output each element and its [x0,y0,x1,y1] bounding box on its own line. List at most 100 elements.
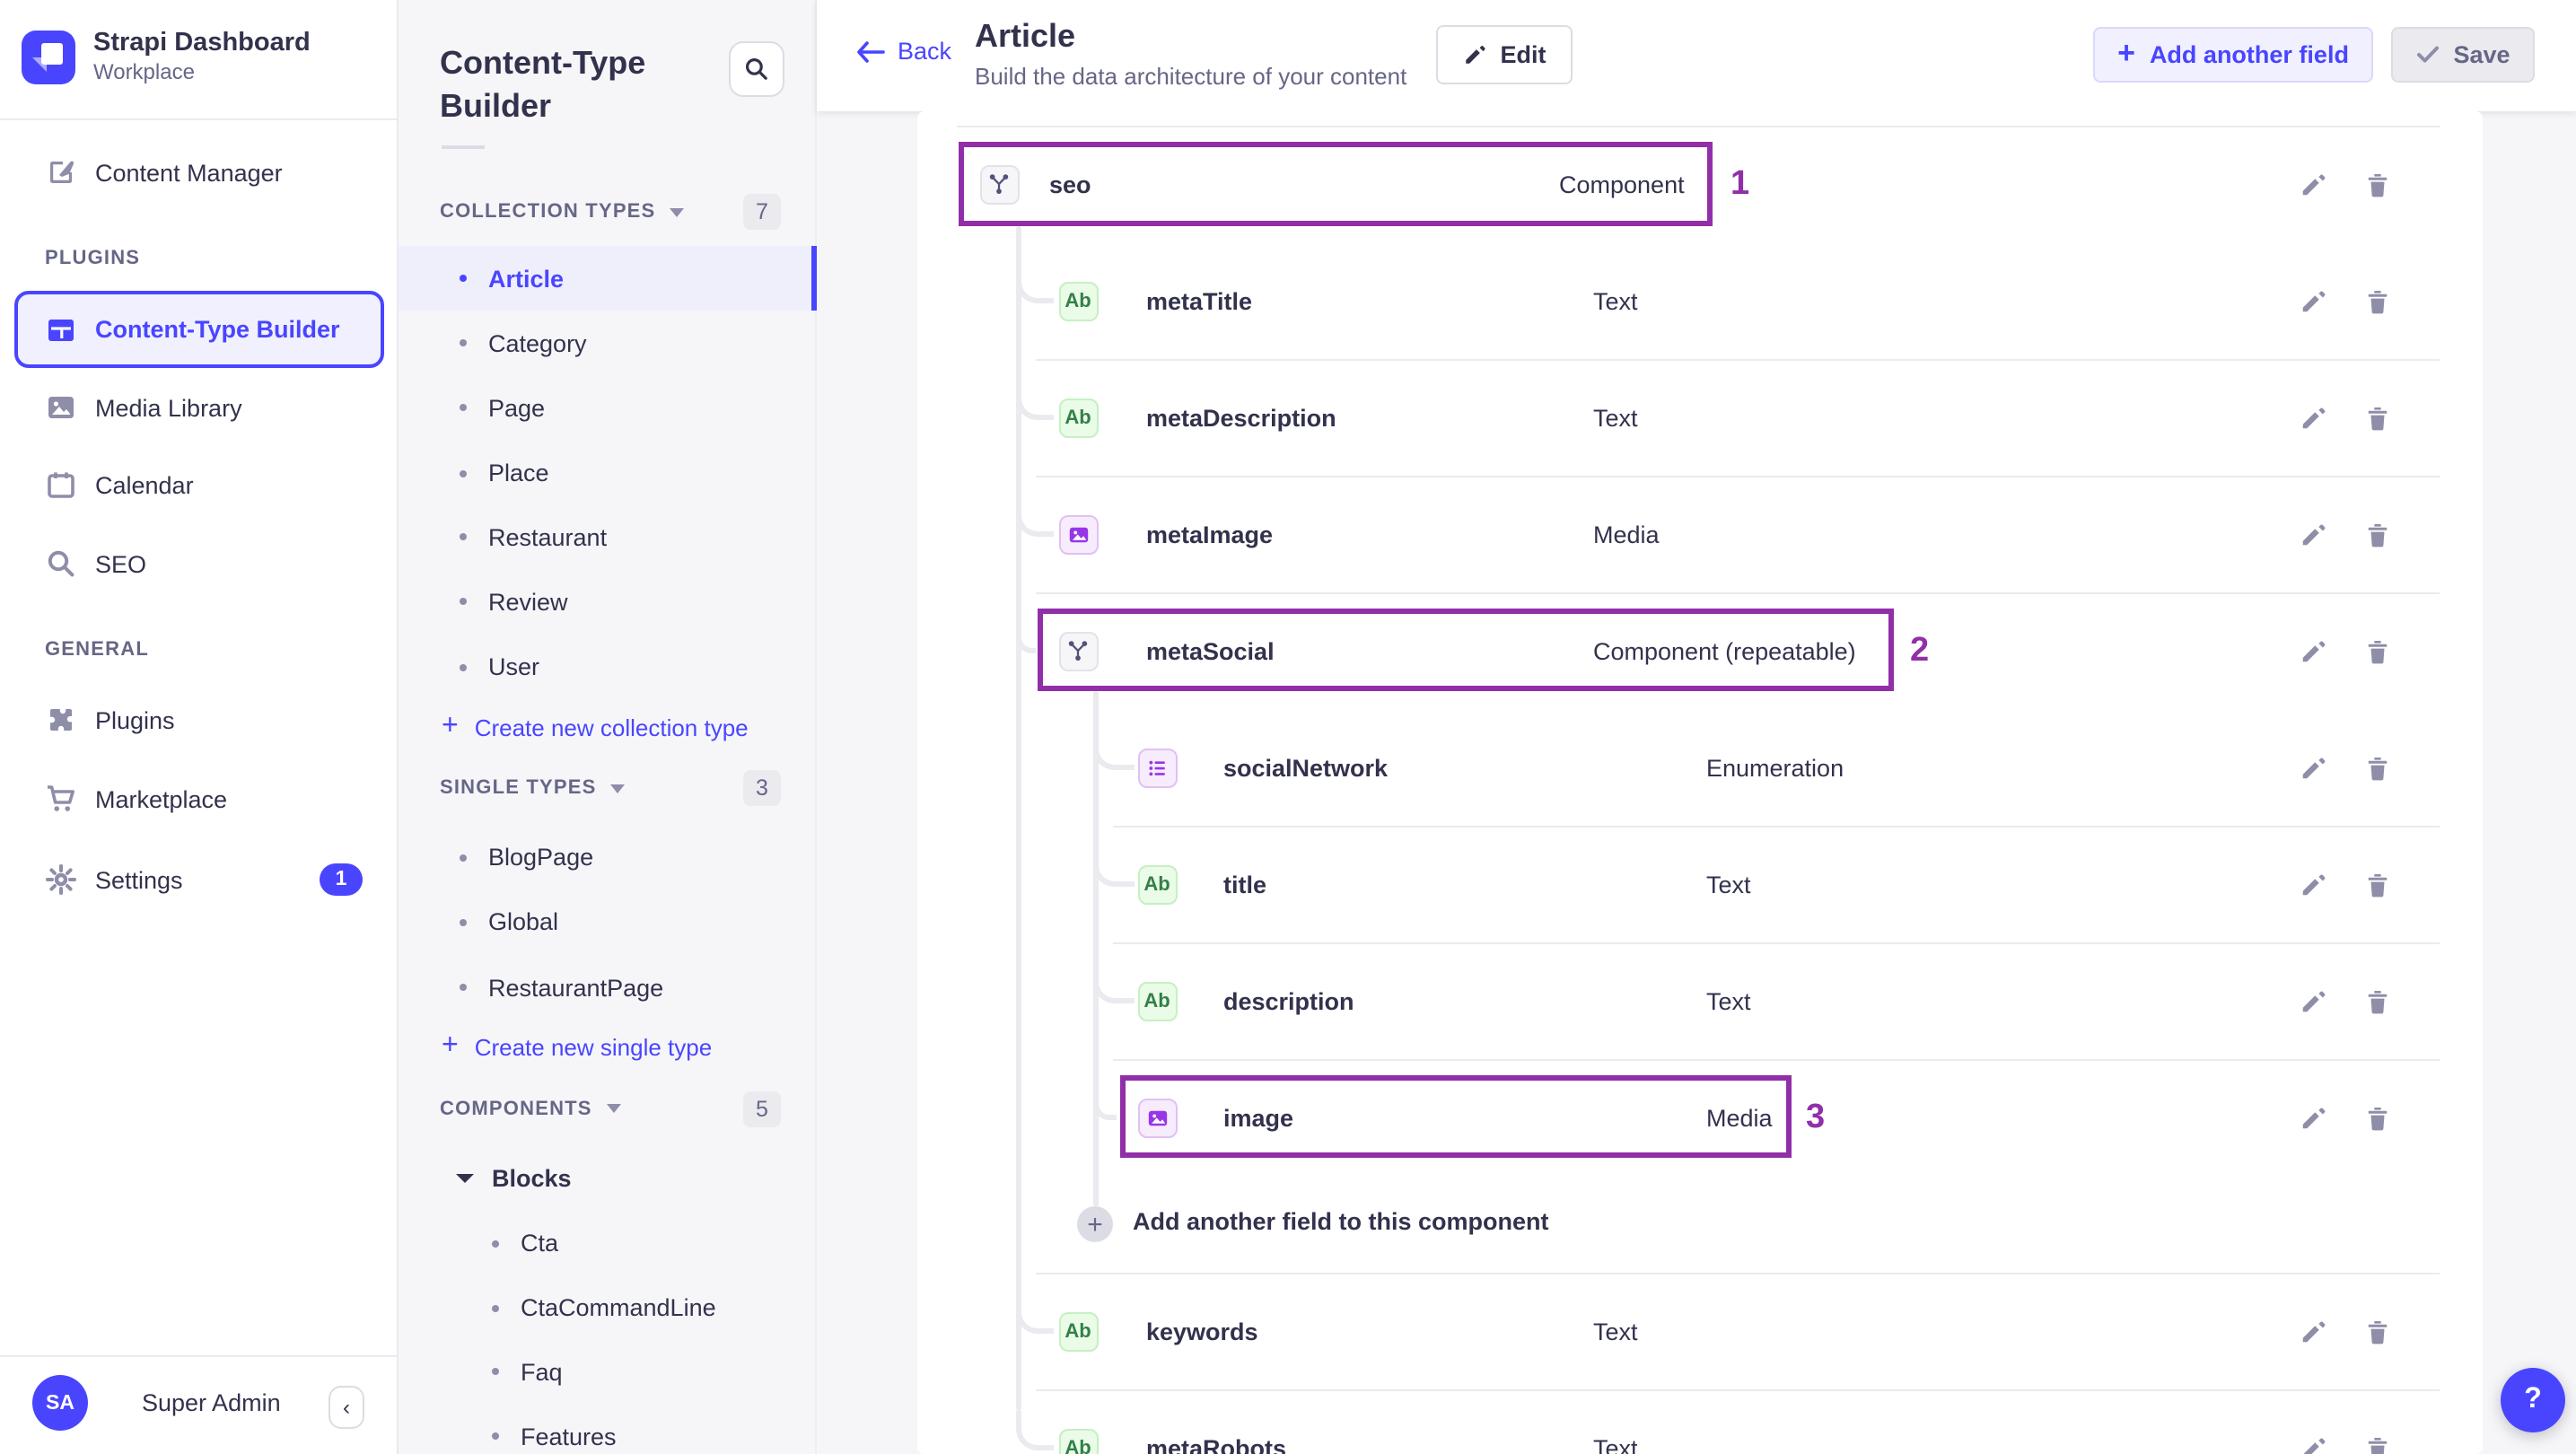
bullet-icon [492,1304,499,1311]
sidebar-item-label: Marketplace [95,785,228,812]
divider [0,118,397,120]
nav-item-article[interactable]: Article [399,246,817,311]
bullet-icon [460,339,467,346]
search-icon [743,56,770,83]
sidebar-item-content-manager[interactable]: Content Manager [0,140,399,205]
edit-field-button[interactable] [2300,1434,2326,1454]
edit-field-button[interactable] [2300,754,2326,781]
back-link[interactable]: Back [856,38,951,65]
media-field-icon [1137,1098,1177,1137]
edit-field-button[interactable] [2300,871,2326,898]
caret-down-icon [456,1173,474,1182]
sidebar-collapse-button[interactable]: ‹ [329,1386,364,1429]
text-field-icon: Ab [1137,981,1177,1020]
check-icon [2415,45,2439,65]
workspace-subtitle: Workplace [93,59,195,84]
workspace-switcher[interactable]: Strapi Dashboard Workplace [22,29,311,86]
add-another-field-button[interactable]: + Add another field [2093,27,2373,83]
nav-item-page[interactable]: Page [399,375,817,440]
sidebar-item-plugins[interactable]: Plugins [0,688,399,752]
save-button[interactable]: Save [2391,27,2535,83]
nav-item-ctacommandline[interactable]: CtaCommandLine [399,1275,817,1340]
text-field-icon: Ab [1058,398,1098,437]
user-name: Super Admin [142,1389,281,1416]
divider [0,1355,397,1357]
add-field-to-component-label[interactable]: Add another field to this component [1133,1208,1549,1235]
nav-item-place[interactable]: Place [399,441,817,505]
delete-field-button[interactable] [2364,404,2391,431]
sidebar-item-label: Plugins [95,706,175,733]
gear-icon [45,863,77,896]
workspace-title: Strapi Dashboard [93,29,311,57]
strapi-logo-icon [22,31,75,84]
edit-field-button[interactable] [2300,404,2326,431]
enumeration-field-icon [1137,748,1177,787]
component-icon [1058,631,1098,670]
create-collection-type-link[interactable]: + Create new collection type [442,705,749,749]
edit-field-button[interactable] [2300,521,2326,547]
edit-field-button[interactable] [2300,171,2326,197]
calendar-icon [45,469,77,501]
nav-item-blogpage[interactable]: BlogPage [399,825,817,889]
sidebar-item-content-type-builder[interactable]: Content-Type Builder [14,291,384,368]
sidebar-item-label: Content Manager [95,159,283,186]
nav-item-user[interactable]: User [399,635,817,699]
section-label: SINGLE TYPES [440,777,597,799]
sidebar-item-media-library[interactable]: Media Library [0,375,399,440]
chevron-down-icon [670,207,685,216]
edit-field-button[interactable] [2300,287,2326,314]
section-components[interactable]: COMPONENTS [440,1090,621,1126]
delete-field-button[interactable] [2364,987,2391,1014]
delete-field-button[interactable] [2364,871,2391,898]
field-row-metasocial: metaSocial Component (repeatable) [917,592,2483,709]
nav-item-cta[interactable]: Cta [399,1211,817,1275]
edit-field-button[interactable] [2300,637,2326,664]
delete-field-button[interactable] [2364,171,2391,197]
nav-item-category[interactable]: Category [399,311,817,375]
bullet-icon [492,1432,499,1440]
edit-field-button[interactable] [2300,987,2326,1014]
delete-field-button[interactable] [2364,1318,2391,1345]
bullet-icon [460,404,467,411]
field-row-title: Ab title Text [917,826,2483,942]
bullet-icon [460,275,467,282]
section-single-types[interactable]: SINGLE TYPES [440,770,626,806]
delete-field-button[interactable] [2364,521,2391,547]
section-collection-types[interactable]: COLLECTION TYPES [440,194,685,230]
avatar[interactable]: SA [32,1375,88,1431]
nav-item-global[interactable]: Global [399,889,817,954]
search-button[interactable] [729,41,784,97]
nav-item-restaurant[interactable]: Restaurant [399,504,817,569]
pencil-icon [1463,43,1486,66]
help-button[interactable]: ? [2501,1368,2565,1432]
page-title: Article [975,18,1076,54]
settings-notification-badge: 1 [320,863,363,896]
sidebar-item-marketplace[interactable]: Marketplace [0,766,399,831]
section-label: COMPONENTS [440,1098,592,1119]
delete-field-button[interactable] [2364,1434,2391,1454]
add-field-to-component-button[interactable]: + [1077,1206,1113,1242]
puzzle-icon [45,704,77,736]
nav-item-review[interactable]: Review [399,569,817,634]
bullet-icon [460,598,467,605]
text-field-icon: Ab [1058,1311,1098,1351]
media-field-icon [1058,514,1098,554]
panel-title: Content-Type Builder [440,45,646,124]
nav-item-features[interactable]: Features [399,1404,817,1454]
edit-field-button[interactable] [2300,1104,2326,1131]
search-icon [45,547,77,580]
edit-field-button[interactable] [2300,1318,2326,1345]
delete-field-button[interactable] [2364,287,2391,314]
sidebar-item-seo[interactable]: SEO [0,531,399,596]
sidebar-item-settings[interactable]: Settings 1 [0,847,399,912]
create-single-type-link[interactable]: + Create new single type [442,1025,712,1068]
sidebar-item-calendar[interactable]: Calendar [0,452,399,517]
edit-button[interactable]: Edit [1436,25,1573,84]
delete-field-button[interactable] [2364,637,2391,664]
cart-icon [45,783,77,815]
nav-item-restaurantpage[interactable]: RestaurantPage [399,955,817,1020]
nav-item-faq[interactable]: Faq [399,1339,817,1404]
component-category-blocks[interactable]: Blocks [399,1145,817,1210]
delete-field-button[interactable] [2364,1104,2391,1131]
delete-field-button[interactable] [2364,754,2391,781]
